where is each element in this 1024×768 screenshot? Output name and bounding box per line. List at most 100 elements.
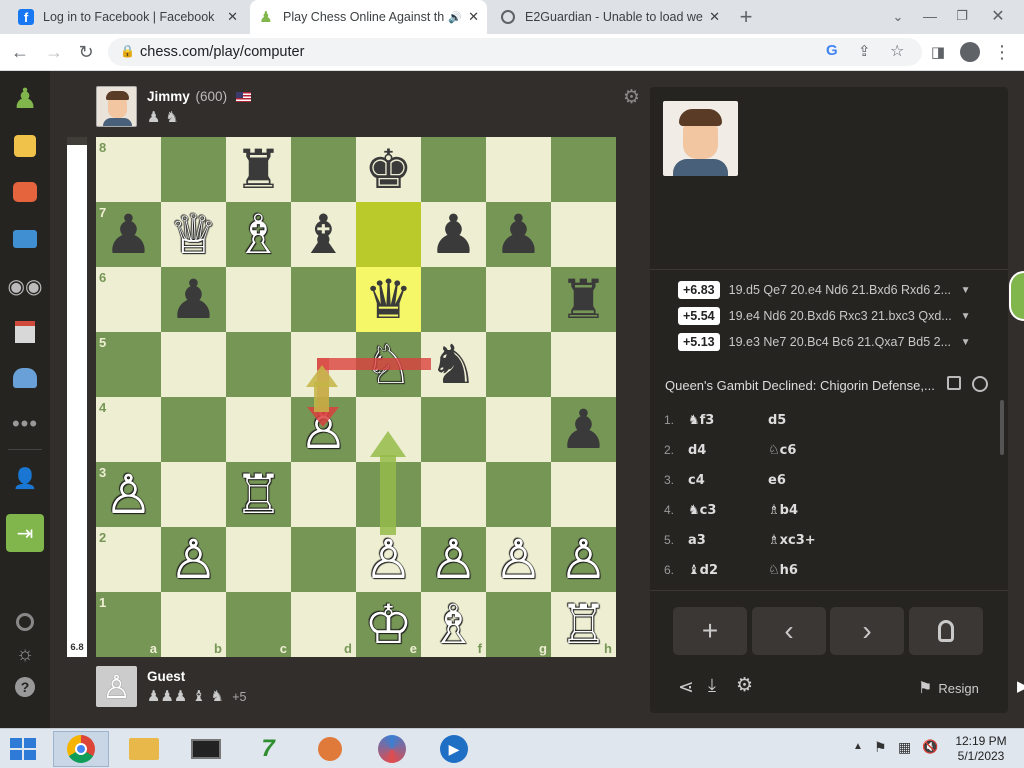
square-b1[interactable]: b — [161, 592, 226, 657]
address-bar[interactable]: 🔒 chess.com/play/computer G ⇪ ☆ — [108, 38, 922, 66]
settings-gear-icon[interactable]: ⚙ — [736, 674, 753, 697]
square-g1[interactable]: g — [486, 592, 551, 657]
white-move[interactable]: ♞c3 — [688, 503, 768, 518]
square-c3[interactable]: ♖ — [226, 462, 291, 527]
square-f8[interactable] — [421, 137, 486, 202]
square-h6[interactable]: ♜ — [551, 267, 616, 332]
explore-compass-icon[interactable] — [972, 376, 988, 392]
action-center-flag-icon[interactable]: ⚑ — [874, 739, 887, 756]
black-move[interactable]: ♗xc3+ — [768, 533, 848, 548]
square-g8[interactable] — [486, 137, 551, 202]
square-d6[interactable] — [291, 267, 356, 332]
square-e2[interactable]: ♙ — [356, 527, 421, 592]
close-window-icon[interactable]: ✕ — [986, 4, 1010, 28]
hint-button[interactable] — [909, 607, 983, 655]
square-e7[interactable] — [356, 202, 421, 267]
sidepanel-icon[interactable]: ◨ — [926, 40, 950, 64]
taskbar-app-7[interactable]: 7 — [240, 731, 296, 767]
engine-line[interactable]: +5.13 19.e3 Ne7 20.Bc4 Bc6 21.Qxa7 Bd5 2.… — [678, 331, 971, 353]
square-c4[interactable] — [226, 397, 291, 462]
square-b5[interactable] — [161, 332, 226, 397]
taskbar-file-explorer[interactable] — [116, 731, 172, 767]
square-f2[interactable]: ♙ — [421, 527, 486, 592]
watch-icon[interactable]: ◉◉ — [8, 271, 43, 301]
black-move[interactable]: d5 — [768, 413, 848, 428]
previous-move-button[interactable]: ‹ — [752, 607, 826, 655]
square-h7[interactable] — [551, 202, 616, 267]
expand-line-chevron-icon[interactable]: ▼ — [961, 285, 971, 296]
square-h4[interactable]: ♟ — [551, 397, 616, 462]
network-icon[interactable]: ▦ — [898, 739, 911, 756]
close-tab-icon[interactable]: ✕ — [468, 9, 479, 25]
square-b7[interactable]: ♕ — [161, 202, 226, 267]
black-piece-f5[interactable]: ♞ — [429, 337, 477, 392]
move-list-scrollbar[interactable] — [1000, 400, 1004, 455]
white-piece-a3[interactable]: ♙ — [104, 467, 152, 522]
square-g6[interactable] — [486, 267, 551, 332]
square-f1[interactable]: f ♗ — [421, 592, 486, 657]
menu-icon[interactable]: ⋮ — [990, 40, 1014, 64]
square-c7[interactable]: ♗ — [226, 202, 291, 267]
square-d7[interactable]: ♝ — [291, 202, 356, 267]
square-b4[interactable] — [161, 397, 226, 462]
player-name[interactable]: Guest — [147, 669, 185, 684]
square-a7[interactable]: 7 ♟ — [96, 202, 161, 267]
expand-line-chevron-icon[interactable]: ▼ — [961, 337, 971, 348]
forward-icon[interactable]: → — [42, 40, 66, 64]
square-e3[interactable] — [356, 462, 421, 527]
black-piece-h4[interactable]: ♟ — [559, 402, 607, 457]
start-button-windows-icon[interactable] — [10, 738, 36, 760]
new-game-button[interactable]: + — [673, 607, 747, 655]
black-piece-a7[interactable]: ♟ — [104, 207, 152, 262]
white-piece-h2[interactable]: ♙ — [559, 532, 607, 587]
board-settings-gear-icon[interactable]: ⚙ — [623, 86, 640, 109]
back-icon[interactable]: ← — [8, 40, 32, 64]
login-icon[interactable]: ⇥ — [6, 514, 44, 552]
square-b6[interactable]: ♟ — [161, 267, 226, 332]
show-hidden-icons[interactable]: ▲ — [853, 741, 863, 752]
square-c6[interactable] — [226, 267, 291, 332]
close-tab-icon[interactable]: ✕ — [227, 9, 238, 25]
square-e8[interactable]: ♚ — [356, 137, 421, 202]
square-d1[interactable]: d — [291, 592, 356, 657]
white-piece-f2[interactable]: ♙ — [429, 532, 477, 587]
square-f3[interactable] — [421, 462, 486, 527]
square-f4[interactable] — [421, 397, 486, 462]
square-e6[interactable]: ♛ — [356, 267, 421, 332]
square-h1[interactable]: h ♖ — [551, 592, 616, 657]
square-g3[interactable] — [486, 462, 551, 527]
social-icon[interactable] — [10, 363, 40, 393]
square-d2[interactable] — [291, 527, 356, 592]
expand-line-chevron-icon[interactable]: ▼ — [961, 311, 971, 322]
square-a3[interactable]: 3 ♙ — [96, 462, 161, 527]
google-icon[interactable]: G — [826, 42, 838, 59]
white-move[interactable]: a3 — [688, 533, 768, 548]
square-a4[interactable]: 4 — [96, 397, 161, 462]
taskbar-media-player[interactable]: ▶ — [426, 731, 482, 767]
tab-e2guardian[interactable]: E2Guardian - Unable to load web ✕ — [492, 0, 728, 34]
square-d4[interactable]: ♙ — [291, 397, 356, 462]
square-b3[interactable] — [161, 462, 226, 527]
black-piece-g7[interactable]: ♟ — [494, 207, 542, 262]
tab-facebook[interactable]: f Log in to Facebook | Facebook ✕ — [10, 0, 246, 34]
square-c5[interactable] — [226, 332, 291, 397]
white-piece-g2[interactable]: ♙ — [494, 532, 542, 587]
white-move[interactable]: c4 — [688, 473, 768, 488]
black-move[interactable]: ♘c6 — [768, 443, 848, 458]
square-e4[interactable] — [356, 397, 421, 462]
volume-muted-icon[interactable]: 🔇 — [922, 739, 938, 755]
square-a6[interactable]: 6 — [96, 267, 161, 332]
square-a5[interactable]: 5 — [96, 332, 161, 397]
white-move[interactable]: ♞f3 — [688, 413, 768, 428]
square-c8[interactable]: ♜ — [226, 137, 291, 202]
share-icon[interactable]: ⋖ — [678, 676, 694, 699]
opponent-name[interactable]: Jimmy — [147, 89, 190, 104]
black-piece-h6[interactable]: ♜ — [559, 272, 607, 327]
opening-book-icon[interactable] — [947, 376, 961, 390]
black-move[interactable]: ♘h6 — [768, 563, 848, 578]
white-piece-c3[interactable]: ♖ — [234, 467, 282, 522]
black-piece-e6[interactable]: ♛ — [364, 272, 412, 327]
square-c1[interactable]: c — [226, 592, 291, 657]
square-g4[interactable] — [486, 397, 551, 462]
learn-icon[interactable] — [10, 177, 40, 207]
